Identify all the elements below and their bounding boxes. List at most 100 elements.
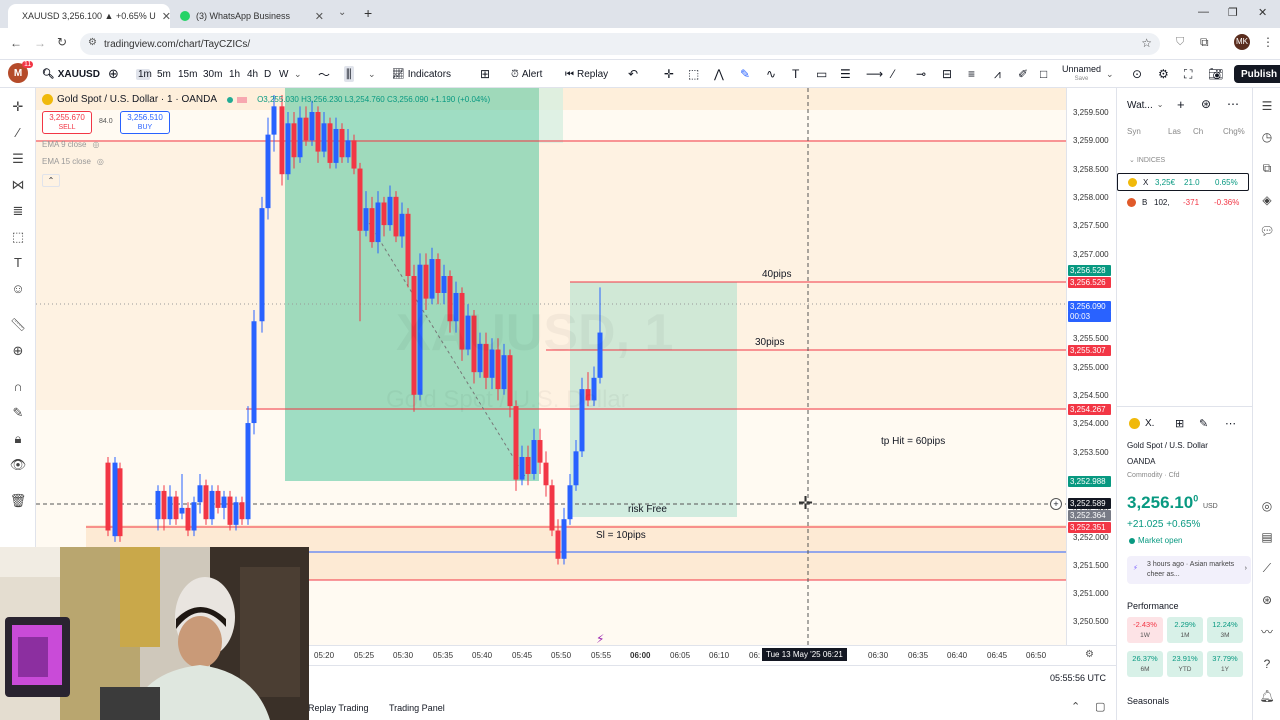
economic-event-icon[interactable]: ⚡ bbox=[596, 632, 604, 646]
interval-dropdown-icon[interactable]: ⌄ bbox=[294, 66, 302, 82]
crosshair-tool-icon[interactable]: ✛ bbox=[664, 66, 674, 82]
trash-icon[interactable]: 🗑︎ bbox=[9, 492, 27, 510]
note-tool-icon[interactable]: ▭ bbox=[816, 66, 827, 82]
performance-cell[interactable]: 26.37% 6M bbox=[1127, 651, 1163, 677]
text-icon[interactable]: T bbox=[9, 254, 27, 272]
restore-icon[interactable]: ❐ bbox=[1228, 6, 1238, 19]
curve-tool-icon[interactable]: ∿ bbox=[766, 66, 776, 82]
performance-title[interactable]: Performance bbox=[1127, 601, 1179, 611]
col-change[interactable]: Ch bbox=[1193, 127, 1203, 136]
interval-4h[interactable]: 4h bbox=[247, 69, 258, 80]
back-icon[interactable]: ← bbox=[10, 36, 22, 50]
quick-search-icon[interactable]: ⊙ bbox=[1132, 66, 1142, 82]
text-tool-icon[interactable]: T bbox=[792, 66, 799, 82]
settings-gear-icon[interactable]: ⚙ bbox=[1158, 66, 1169, 82]
add-alert-plus-icon[interactable]: + bbox=[1050, 498, 1062, 510]
browser-tab-whatsapp[interactable]: (3) WhatsApp Business ✕ bbox=[172, 4, 332, 28]
performance-cell[interactable]: 37.79% 1Y bbox=[1207, 651, 1243, 677]
tab-replay-trading[interactable]: Replay Trading bbox=[308, 703, 369, 713]
indicator-ema15[interactable]: EMA 15 close ◎ bbox=[42, 157, 104, 166]
fib-retracement-icon[interactable]: ≣ bbox=[9, 202, 27, 220]
utc-clock[interactable]: 05:55:56 UTC bbox=[1050, 673, 1106, 683]
annotation-30pips[interactable]: 30pips bbox=[755, 337, 784, 348]
watchlist-icon[interactable]: ☰ bbox=[1259, 98, 1275, 114]
indicator-ema9[interactable]: EMA 9 close ◎ bbox=[42, 140, 99, 149]
performance-cell[interactable]: 2.29% 1M bbox=[1167, 617, 1203, 643]
details-layout-icon[interactable]: ⊞ bbox=[1175, 417, 1184, 430]
browser-menu-icon[interactable]: ⋮ bbox=[1262, 35, 1274, 49]
calendar-icon[interactable]: ▤ bbox=[1259, 529, 1275, 545]
advanced-view-icon[interactable]: ⊛ bbox=[1201, 97, 1211, 111]
seasonals-title[interactable]: Seasonals bbox=[1127, 696, 1169, 706]
add-symbol-icon[interactable]: + bbox=[1177, 97, 1185, 112]
chat-icon[interactable]: 💬︎ bbox=[1259, 223, 1275, 239]
profile-avatar[interactable]: MK bbox=[1234, 34, 1250, 50]
horizontal-lines-icon[interactable]: ☰ bbox=[9, 150, 27, 168]
object-tree-icon[interactable]: ⧉ bbox=[1259, 160, 1275, 176]
watchlist-title-button[interactable]: Wat... ⌄ bbox=[1127, 100, 1163, 111]
url-field[interactable]: ⚙ tradingview.com/chart/TayCZICs/ ☆ bbox=[80, 33, 1160, 55]
close-tab-icon[interactable]: ✕ bbox=[162, 10, 170, 23]
brush-tool-icon[interactable]: ✎ bbox=[740, 66, 750, 82]
hidden-eye-icon[interactable]: ◎ bbox=[97, 157, 104, 166]
pattern-icon[interactable]: ⋈ bbox=[9, 176, 27, 194]
legend-title[interactable]: Gold Spot / U.S. Dollar · 1 · OANDA bbox=[57, 94, 217, 105]
target-icon[interactable]: ◎ bbox=[1259, 498, 1275, 514]
notifications-icon[interactable]: 🔔︎ bbox=[1259, 688, 1275, 704]
fib-tool-icon[interactable]: ☰ bbox=[840, 66, 851, 82]
col-change-percent[interactable]: Chg% bbox=[1223, 127, 1245, 136]
streams-icon[interactable]: 〰 bbox=[1259, 624, 1275, 640]
pitchfork-tool-icon[interactable]: ⩘ bbox=[994, 66, 1001, 82]
col-symbol[interactable]: Syn bbox=[1127, 127, 1141, 136]
reload-icon[interactable]: ↻ bbox=[57, 35, 67, 49]
layout-name-button[interactable]: Unnamed Save bbox=[1062, 64, 1101, 84]
fullscreen-icon[interactable]: ⛶ bbox=[1184, 66, 1192, 82]
crosshair-cursor-icon[interactable]: ✛ bbox=[9, 98, 27, 116]
trend-line-icon[interactable]: ⁄ bbox=[9, 124, 27, 142]
lock-icon[interactable]: 🔒︎ bbox=[9, 430, 27, 448]
annotation-risk-free[interactable]: risk Free bbox=[628, 504, 667, 515]
measure-tool-icon[interactable]: ⊸ bbox=[916, 66, 926, 82]
alert-button[interactable]: ⏰︎ Alert bbox=[511, 66, 542, 82]
annotation-40pips[interactable]: 40pips bbox=[762, 269, 791, 280]
compare-symbol-icon[interactable]: ⊕ bbox=[108, 66, 119, 82]
performance-cell[interactable]: -2.43% 1W bbox=[1127, 617, 1163, 643]
line-chart-type-icon[interactable]: 〜 bbox=[318, 66, 330, 82]
col-last[interactable]: Las bbox=[1168, 127, 1181, 136]
forward-icon[interactable]: → bbox=[34, 36, 46, 50]
horizontal-ray-icon[interactable]: ⟶ bbox=[866, 66, 883, 82]
layout-dropdown-icon[interactable]: ⌄ bbox=[1106, 66, 1114, 82]
snapshot-camera-icon[interactable]: 📷︎ bbox=[1208, 66, 1223, 82]
tab-list-icon[interactable]: ⌄ bbox=[338, 7, 346, 18]
watchlist-row[interactable]: X 3,25€ 21.0 0.65% bbox=[1117, 173, 1249, 191]
collapse-legend-icon[interactable]: ⌃ bbox=[42, 174, 60, 187]
replay-button[interactable]: ⏮︎ Replay bbox=[565, 66, 608, 82]
extensions-icon[interactable]: ⧉ bbox=[1200, 35, 1209, 50]
maximize-panel-icon[interactable]: ▢ bbox=[1095, 700, 1105, 713]
candles-chart-type-icon[interactable]: ⫼ bbox=[344, 66, 354, 82]
help-icon[interactable]: ? bbox=[1259, 656, 1275, 672]
box-tool-icon[interactable]: ⬚ bbox=[688, 66, 699, 82]
ideas-icon[interactable]: ⊛ bbox=[1259, 592, 1275, 608]
price-axis[interactable]: 3,259.500 3,259.000 3,258.500 3,258.000 3,25… bbox=[1066, 88, 1116, 645]
rectangle-shape-icon[interactable]: ⬚ bbox=[9, 228, 27, 246]
interval-w[interactable]: W bbox=[279, 69, 288, 80]
interval-5m[interactable]: 5m bbox=[157, 69, 171, 80]
interval-1m[interactable]: 1m bbox=[136, 68, 152, 80]
layers-icon[interactable]: ◈ bbox=[1259, 192, 1275, 208]
emoji-icon[interactable]: ☺ bbox=[9, 280, 27, 298]
interval-15m[interactable]: 15m bbox=[178, 69, 197, 80]
pen-tool-icon[interactable]: ✐ bbox=[1018, 66, 1028, 82]
undo-icon[interactable]: ↶ bbox=[628, 66, 638, 82]
browser-tab-xauusd[interactable]: XAUUSD 3,256.100 ▲ +0.65% U ✕ bbox=[8, 4, 170, 28]
alerts-clock-icon[interactable]: ◷ bbox=[1259, 129, 1275, 145]
close-window-icon[interactable]: ✕ bbox=[1258, 6, 1267, 19]
site-info-icon[interactable]: ⚙ bbox=[88, 37, 97, 48]
extension-shield-icon[interactable]: ⛉ bbox=[1176, 36, 1184, 49]
bookmark-star-icon[interactable]: ☆ bbox=[1141, 36, 1152, 50]
minimize-icon[interactable]: — bbox=[1198, 6, 1209, 18]
performance-cell[interactable]: 12.24% 3M bbox=[1207, 617, 1243, 643]
parallel-channel-icon[interactable]: ≡ bbox=[968, 66, 975, 82]
indicators-button[interactable]: 📈︎ Indicators bbox=[392, 66, 451, 82]
ruler-icon[interactable]: 📏︎ bbox=[9, 316, 27, 334]
